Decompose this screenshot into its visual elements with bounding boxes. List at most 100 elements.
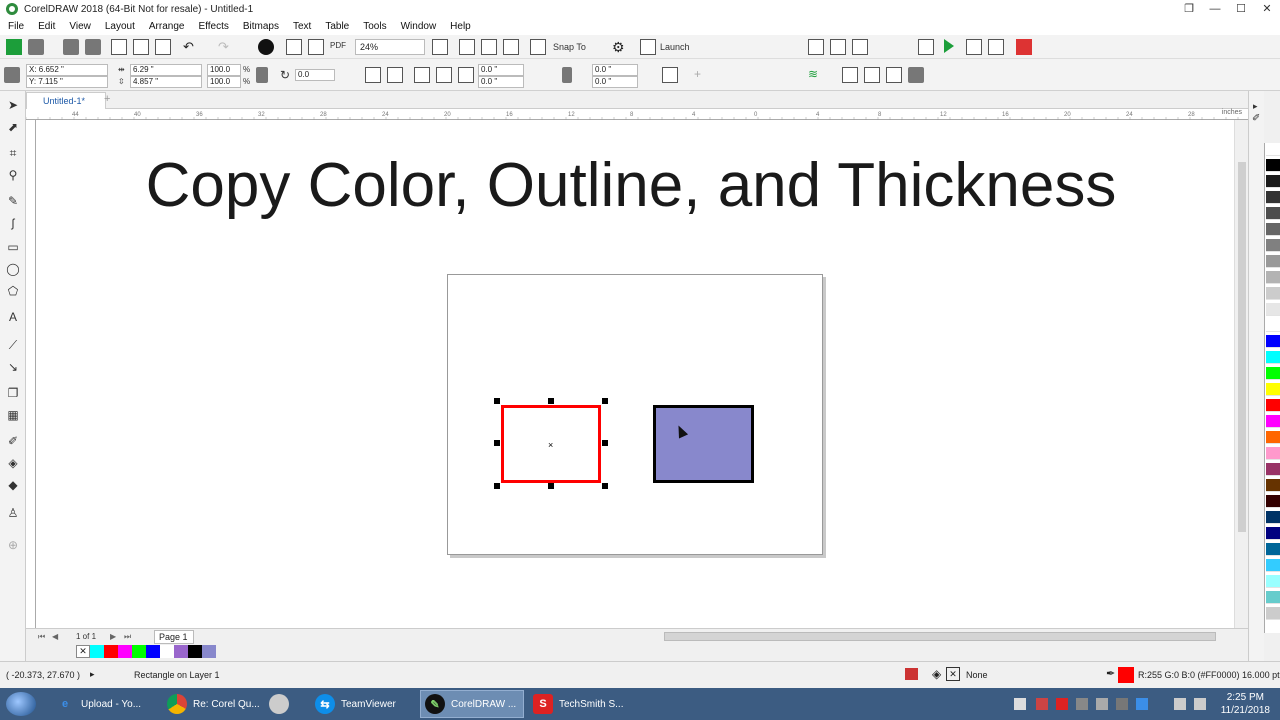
outline-pen-status-icon[interactable]: ✒ (1106, 667, 1115, 680)
selection-handle[interactable] (602, 483, 608, 489)
drawing-canvas[interactable]: Copy Color, Outline, and Thickness × (36, 120, 1248, 628)
palette-swatch[interactable] (1266, 303, 1280, 316)
palette-swatch[interactable] (1266, 559, 1280, 572)
palette-swatch[interactable] (1266, 415, 1280, 428)
menu-window[interactable]: Window (396, 21, 442, 32)
drop-shadow-icon[interactable]: ❐ (5, 385, 21, 401)
smart-fill-icon[interactable]: ◆ (5, 477, 21, 493)
corner-radius-top-right[interactable]: 0.0 " (592, 64, 638, 76)
relative-corner-scaling-icon[interactable] (662, 67, 678, 83)
scalloped-corner-icon[interactable] (436, 67, 452, 83)
chamfered-corner-icon[interactable] (458, 67, 474, 83)
menu-table[interactable]: Table (320, 21, 354, 32)
parallel-dimension-icon[interactable]: ⟋ (5, 337, 21, 353)
zoom-tool-icon[interactable]: ⚲ (5, 167, 21, 183)
save-icon[interactable] (63, 39, 79, 55)
palette-swatch[interactable] (1266, 399, 1280, 412)
stop-record-icon[interactable] (988, 39, 1004, 55)
rotation-angle-field[interactable]: 0.0 (295, 69, 335, 81)
palette-swatch[interactable] (1266, 463, 1280, 476)
minimize-button[interactable]: — (1202, 0, 1228, 18)
object-origin-icon[interactable] (4, 67, 20, 83)
palette-swatch[interactable] (1266, 383, 1280, 396)
connector-tool-icon[interactable]: ↘ (5, 359, 21, 375)
edit-corners-together-icon[interactable] (562, 67, 572, 83)
copy-icon[interactable] (133, 39, 149, 55)
add-tool-icon[interactable]: ⊕ (5, 537, 21, 553)
outline-color-swatch[interactable] (1118, 667, 1134, 683)
tray-drive-icon[interactable] (1096, 698, 1108, 710)
palette-swatch[interactable] (1266, 255, 1280, 268)
full-screen-preview-icon[interactable] (432, 39, 448, 55)
open-folder-icon[interactable] (28, 39, 44, 55)
snap-to-dropdown[interactable]: Snap To (553, 42, 586, 52)
menu-view[interactable]: View (64, 21, 96, 32)
height-field[interactable]: 4.857 " (130, 76, 202, 88)
crop-tool-icon[interactable]: ⌗ (5, 145, 21, 161)
to-front-icon[interactable] (842, 67, 858, 83)
corner-radius-top-left[interactable]: 0.0 " (478, 64, 524, 76)
nav-first-page-icon[interactable]: ⏮ (38, 632, 45, 642)
palette-swatch[interactable] (1266, 319, 1280, 332)
volume-icon[interactable] (1014, 698, 1026, 710)
pdf-label[interactable]: PDF (330, 41, 346, 50)
document-palette-swatch[interactable] (132, 645, 146, 658)
launch-icon[interactable] (640, 39, 656, 55)
selection-handle[interactable] (494, 398, 500, 404)
palette-swatch[interactable] (1266, 511, 1280, 524)
close-button[interactable]: ✕ (1254, 0, 1280, 18)
palette-swatch[interactable] (1266, 223, 1280, 236)
speaker-icon[interactable] (1194, 698, 1206, 710)
vertical-ruler[interactable] (26, 120, 36, 628)
interactive-fill-icon[interactable]: ◈ (5, 455, 21, 471)
palette-swatch[interactable] (1266, 239, 1280, 252)
task-upload-youtube[interactable]: e Upload - Yo... (50, 690, 160, 718)
width-field[interactable]: 6.29 " (130, 64, 202, 76)
show-guidelines-icon[interactable] (503, 39, 519, 55)
vertical-scrollbar[interactable] (1234, 120, 1248, 628)
selection-handle[interactable] (494, 483, 500, 489)
print-icon[interactable] (85, 39, 101, 55)
lock-ratio-icon[interactable] (256, 67, 268, 83)
horizontal-ruler[interactable]: 44 40 36 32 28 24 20 16 12 8 4 0 4 8 12 16 20 24 28 inches (25, 109, 1248, 120)
palette-swatch[interactable] (1266, 591, 1280, 604)
scale-width-field[interactable]: 100.0 (207, 64, 241, 76)
palette-swatch[interactable] (1266, 607, 1280, 620)
headline-text[interactable]: Copy Color, Outline, and Thickness (36, 150, 1226, 221)
palette-swatch[interactable] (1266, 479, 1280, 492)
transparency-tool-icon[interactable]: ▦ (5, 407, 21, 423)
palette-swatch[interactable] (1266, 367, 1280, 380)
artistic-media-icon[interactable]: ʃ (5, 215, 21, 231)
outline-pen-icon[interactable]: ♙ (5, 505, 21, 521)
import-icon[interactable] (286, 39, 302, 55)
numbering-icon[interactable] (852, 39, 868, 55)
pick-tool-icon[interactable]: ➤ (5, 97, 21, 113)
selection-handle[interactable] (548, 398, 554, 404)
palette-swatch[interactable] (1266, 175, 1280, 188)
selected-rectangle[interactable]: × (501, 405, 601, 483)
export-icon[interactable] (308, 39, 324, 55)
menu-effects[interactable]: Effects (193, 21, 233, 32)
task-coreldraw[interactable]: ✎ CorelDRAW ... (420, 690, 524, 718)
selection-handle[interactable] (602, 398, 608, 404)
palette-swatch[interactable] (1266, 287, 1280, 300)
freehand-tool-icon[interactable]: ✎ (5, 193, 21, 209)
rectangle-tool-icon[interactable]: ▭ (5, 239, 21, 255)
no-fill-icon[interactable]: ✕ (946, 667, 960, 681)
document-palette-swatch[interactable] (90, 645, 104, 658)
palette-swatch[interactable] (1266, 351, 1280, 364)
expand-arrow-icon[interactable]: ▸ (90, 669, 95, 680)
network-icon[interactable] (1174, 698, 1186, 710)
redo-icon[interactable]: ↷ (218, 39, 234, 55)
document-palette-swatch[interactable] (202, 645, 216, 658)
menu-arrange[interactable]: Arrange (144, 21, 190, 32)
scale-height-field[interactable]: 100.0 (207, 76, 241, 88)
fill-icon[interactable]: ◈ (932, 667, 941, 681)
task-chrome-corel[interactable]: Re: Corel Qu... (162, 690, 262, 718)
maximize-button[interactable]: ☐ (1228, 0, 1254, 18)
add-icon[interactable]: + (694, 67, 710, 83)
document-palette-swatch[interactable] (160, 645, 174, 658)
vertical-scroll-thumb[interactable] (1238, 162, 1246, 532)
snap-to-icon[interactable] (530, 39, 546, 55)
undo-icon[interactable]: ↶ (183, 39, 199, 55)
